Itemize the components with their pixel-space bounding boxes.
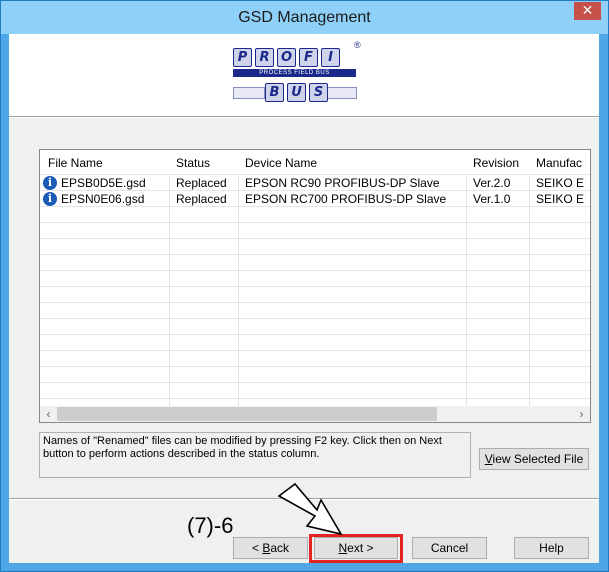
logo-registered-mark: ®: [354, 40, 361, 50]
grid-line: [40, 286, 590, 287]
scrollbar-thumb[interactable]: [57, 407, 437, 421]
back-button[interactable]: < Back: [233, 537, 308, 559]
list-header: File Name Status Device Name Revision Ma…: [40, 150, 590, 175]
next-button-highlight: [309, 534, 403, 563]
info-icon: i: [43, 192, 57, 206]
column-header-status[interactable]: Status: [176, 156, 210, 170]
profibus-logo: P R O F I ® PROCESS FIELD BUS B U S: [233, 40, 363, 106]
cell-device-name: EPSON RC90 PROFIBUS-DP Slave: [245, 176, 440, 190]
column-divider: [466, 174, 467, 406]
column-divider: [529, 174, 530, 406]
scroll-right-arrow-icon[interactable]: ›: [573, 406, 590, 422]
logo-letter: S: [309, 83, 328, 102]
logo-strip: PROCESS FIELD BUS: [233, 69, 356, 77]
logo-letter: O: [277, 48, 296, 67]
cell-manufacturer: SEIKO E: [536, 176, 585, 190]
view-selected-file-button[interactable]: View Selected File: [479, 448, 589, 470]
title-bar[interactable]: GSD Management ✕: [1, 1, 608, 34]
grid-line: [40, 270, 590, 271]
grid-line: [40, 366, 590, 367]
cell-status: Replaced: [176, 192, 227, 206]
logo-letter: B: [265, 83, 284, 102]
info-icon: i: [43, 176, 57, 190]
cell-file-name: EPSB0D5E.gsd: [61, 176, 146, 190]
logo-letter: P: [233, 48, 252, 67]
cell-revision: Ver.2.0: [473, 176, 511, 190]
grid-line: [40, 302, 590, 303]
gsd-management-window: GSD Management ✕ P R O F I ® PROCESS FIE…: [0, 0, 609, 572]
logo-top-letters: P R O F I: [233, 48, 340, 67]
cell-manufacturer: SEIKO E: [536, 192, 585, 206]
cell-revision: Ver.1.0: [473, 192, 511, 206]
column-divider: [238, 174, 239, 406]
cancel-button[interactable]: Cancel: [412, 537, 487, 559]
banner-divider: [9, 117, 599, 118]
step-annotation: (7)-6: [187, 513, 234, 538]
horizontal-scrollbar[interactable]: ‹ ›: [40, 406, 590, 422]
column-header-device-name[interactable]: Device Name: [245, 156, 317, 170]
cell-device-name: EPSON RC700 PROFIBUS-DP Slave: [245, 192, 447, 206]
back-button-label: ack: [270, 541, 290, 555]
column-divider: [169, 174, 170, 406]
column-header-manufacturer[interactable]: Manufac: [536, 156, 582, 170]
dialog-client-area: P R O F I ® PROCESS FIELD BUS B U S File…: [9, 34, 599, 563]
list-row[interactable]: i EPSB0D5E.gsd Replaced EPSON RC90 PROFI…: [40, 175, 590, 191]
logo-decoration: [325, 87, 357, 99]
back-button-prefix: <: [251, 541, 263, 555]
cell-file-name: EPSN0E06.gsd: [61, 192, 145, 206]
header-banner: P R O F I ® PROCESS FIELD BUS B U S: [9, 34, 599, 117]
list-row[interactable]: i EPSN0E06.gsd Replaced EPSON RC700 PROF…: [40, 191, 590, 207]
logo-decoration: [233, 87, 265, 99]
grid-line: [40, 382, 590, 383]
grid-line: [40, 334, 590, 335]
close-button[interactable]: ✕: [574, 2, 601, 20]
grid-line: [40, 318, 590, 319]
logo-letter: R: [255, 48, 274, 67]
logo-letter: U: [287, 83, 306, 102]
grid-line: [40, 398, 590, 399]
logo-letter: F: [299, 48, 318, 67]
gsd-file-list[interactable]: File Name Status Device Name Revision Ma…: [39, 149, 591, 423]
grid-line: [40, 254, 590, 255]
cell-status: Replaced: [176, 176, 227, 190]
logo-bottom-letters: B U S: [265, 83, 328, 102]
help-button[interactable]: Help: [514, 537, 589, 559]
column-header-file-name[interactable]: File Name: [48, 156, 103, 170]
status-note: Names of "Renamed" files can be modified…: [39, 432, 471, 478]
pointer-arrow-icon: [277, 482, 343, 536]
logo-letter: I: [321, 48, 340, 67]
scroll-left-arrow-icon[interactable]: ‹: [40, 406, 57, 422]
column-header-revision[interactable]: Revision: [473, 156, 519, 170]
grid-line: [40, 350, 590, 351]
view-selected-file-label: iew Selected File: [492, 452, 584, 466]
grid-line: [40, 238, 590, 239]
grid-line: [40, 222, 590, 223]
view-selected-file-mnemonic: V: [484, 452, 493, 466]
window-title: GSD Management: [238, 9, 371, 26]
